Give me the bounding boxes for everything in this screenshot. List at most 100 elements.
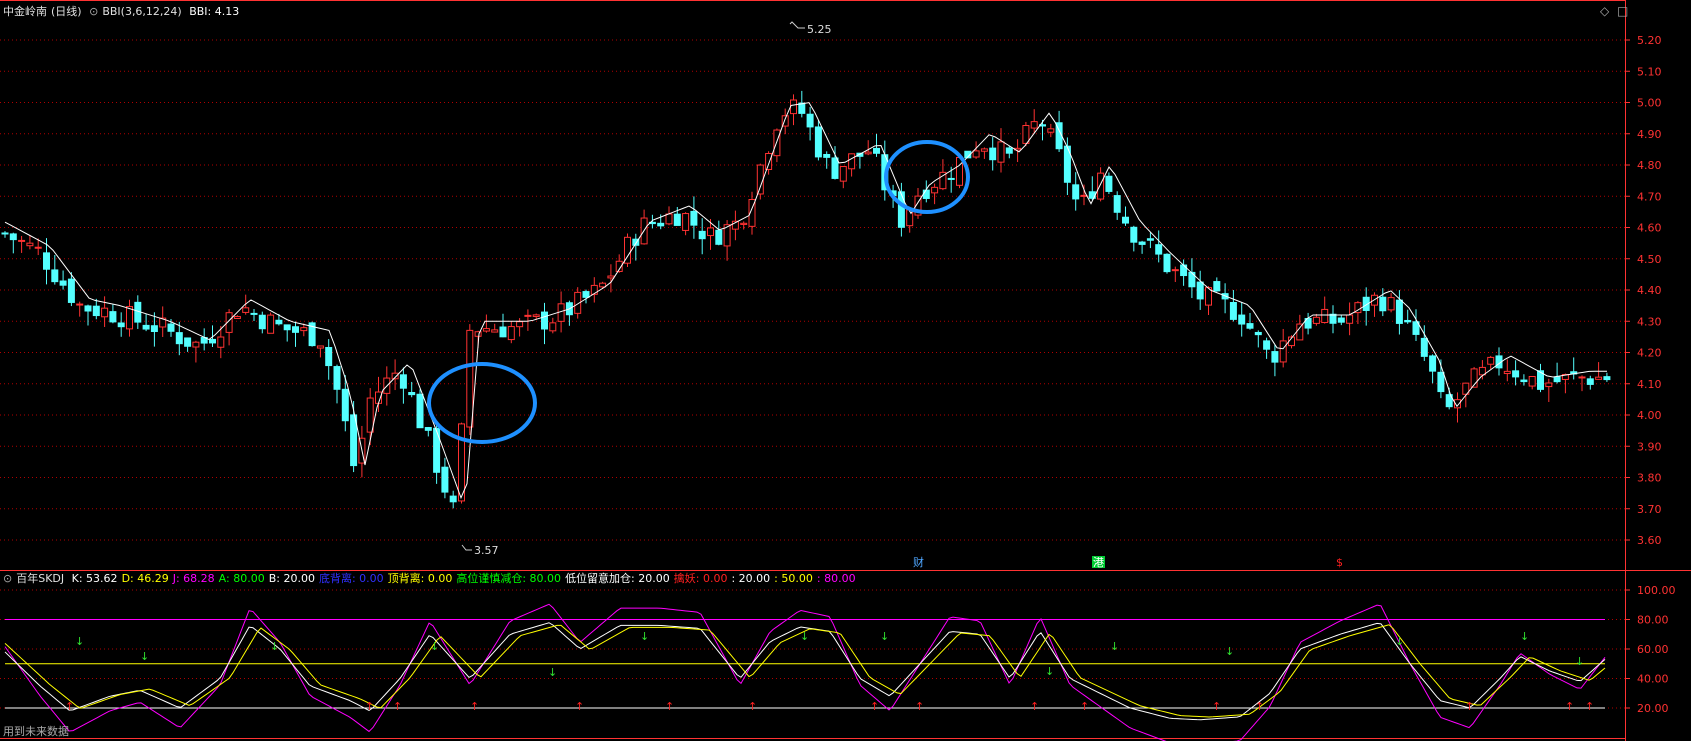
candle-body [1545, 382, 1553, 388]
price-tick-label: 4.70 [1637, 190, 1662, 203]
candle-body [1, 232, 9, 235]
candle-body [1105, 175, 1113, 192]
candle-body [1072, 184, 1080, 200]
candle-body [1312, 316, 1320, 324]
buy-arrow: ↑ [1565, 700, 1574, 713]
event-mark: $ [1336, 556, 1343, 569]
candle-body [300, 327, 308, 332]
candle-body [765, 153, 773, 170]
candle-body [233, 316, 241, 319]
sub-field-3: A: 80.00 [218, 572, 265, 585]
candle-body [673, 213, 681, 226]
diamond-icon[interactable]: ◇ [1600, 4, 1609, 18]
circle-chevron-icon[interactable]: ⊙ [3, 572, 12, 585]
candle-body [316, 345, 324, 349]
square-icon[interactable]: □ [1617, 4, 1628, 18]
candle-body [1512, 370, 1520, 378]
indicator-name[interactable]: BBI(3,6,12,24) [102, 5, 181, 18]
main-header: 中金岭南 (日线) ⊙ BBI(3,6,12,24) BBI: 4.13 [3, 5, 243, 19]
indicator-toggle-icon[interactable]: ⊙ [89, 5, 98, 18]
candle-body [599, 282, 607, 288]
candle-body [275, 319, 283, 325]
candle-body [416, 393, 424, 429]
candle-body [756, 164, 764, 195]
candle-body [1279, 340, 1287, 363]
sub-field-12: : 80.00 [816, 572, 856, 585]
candle-body [1603, 376, 1611, 381]
buy-arrow: ↑ [1212, 700, 1221, 713]
candle-body [1395, 299, 1403, 324]
candle-body [1503, 370, 1511, 375]
candle-body [209, 338, 216, 344]
candle-body [466, 329, 474, 428]
candle-body [341, 388, 349, 422]
high-price-label: 5.25 [807, 23, 832, 36]
candle-body [997, 141, 1005, 163]
candle-body [814, 126, 822, 158]
candle-body [607, 275, 615, 279]
candle-body [972, 150, 980, 158]
candle-body [491, 329, 499, 333]
candle-body [1387, 297, 1395, 311]
sell-arrow: ↓ [1045, 665, 1054, 678]
sub-tick-label: 80.00 [1637, 614, 1669, 627]
candle-body [441, 466, 449, 493]
candle-body [1122, 216, 1129, 224]
period-label: (日线) [51, 5, 82, 18]
candle-body [947, 177, 955, 180]
candle-body [499, 326, 507, 338]
candle-body [1528, 375, 1536, 387]
buy-arrow: ↑ [470, 700, 479, 713]
candle-body [92, 305, 100, 317]
candle-body [1246, 323, 1254, 329]
candle-body [1420, 337, 1428, 357]
candle-body [1047, 128, 1055, 133]
candle-body [798, 102, 806, 114]
candle-body [1578, 376, 1586, 379]
candle-body [507, 326, 515, 341]
candle-body [532, 314, 540, 317]
candle-body [18, 239, 26, 242]
price-tick-label: 3.90 [1637, 440, 1662, 453]
candle-body [1429, 355, 1437, 372]
price-tick-label: 5.00 [1637, 97, 1662, 110]
sub-indicator-name[interactable]: 百年SKDJ [16, 572, 64, 585]
sub-field-5: 底背离: 0.00 [318, 572, 384, 585]
sell-arrow: ↓ [75, 635, 84, 648]
candle-body [1520, 379, 1528, 383]
footer-note: 用到未来数据 [3, 725, 69, 738]
candle-body [1155, 244, 1163, 255]
candle-body [26, 242, 34, 247]
candle-body [9, 233, 17, 241]
candle-body [482, 328, 490, 332]
sub-field-8: 低位留意加仓: 20.00 [565, 572, 670, 585]
candle-body [682, 213, 690, 231]
candle-body [1196, 281, 1204, 300]
candle-body [1005, 147, 1013, 154]
candle-body [1238, 314, 1246, 325]
candle-body [366, 397, 374, 433]
candle-body [549, 322, 557, 332]
sub-field-9: 擒妖: 0.00 [673, 572, 728, 585]
candle-body [715, 229, 723, 245]
candle-body [192, 341, 200, 348]
sub-tick-label: 20.00 [1637, 702, 1669, 715]
stock-chart[interactable]: 5.20 5.10 5.00 4.90 4.80 4.70 4.60 4.50 4.40 4.30… [0, 0, 1691, 741]
candle-body [873, 147, 880, 154]
candle-body [242, 307, 250, 313]
candle-body [325, 347, 333, 367]
sell-arrow: ↓ [548, 666, 557, 679]
candle-body [1254, 331, 1262, 336]
buy-arrow: ↑ [575, 700, 584, 713]
price-tick-label: 4.80 [1637, 159, 1662, 172]
candle-body [516, 321, 524, 328]
background [0, 0, 1691, 741]
sell-arrow: ↓ [880, 630, 889, 643]
sell-arrow: ↓ [1225, 645, 1234, 658]
candle-body [1138, 241, 1146, 245]
candle-body [51, 269, 59, 283]
price-tick-label: 3.70 [1637, 503, 1662, 516]
price-tick-label: 4.90 [1637, 128, 1662, 141]
candle-body [184, 337, 192, 347]
candle-body [848, 153, 856, 170]
